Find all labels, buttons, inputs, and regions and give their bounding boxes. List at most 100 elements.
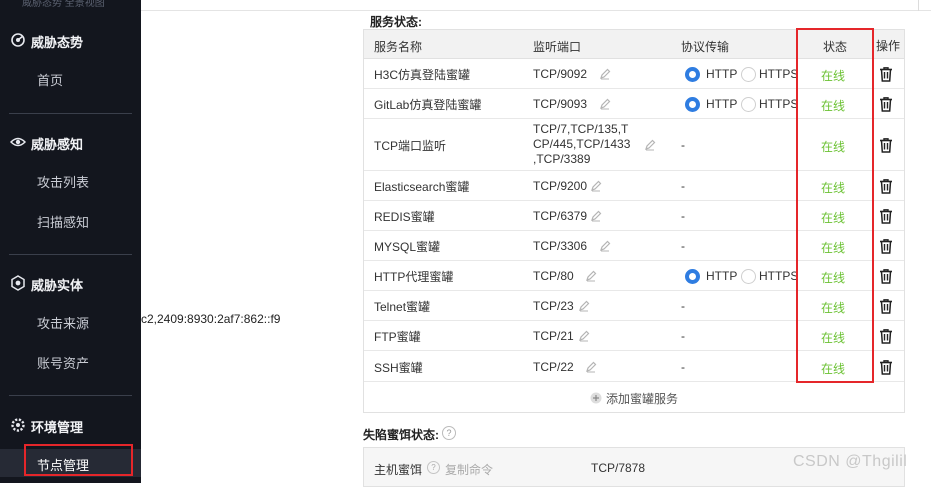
edit-icon[interactable] [644, 139, 656, 151]
sidebar-item-account-assets[interactable]: 账号资产 [0, 350, 141, 372]
listen-port: TCP/9200 [533, 179, 588, 193]
service-status-title: 服务状态: [370, 15, 422, 29]
sidebar-item-label: 攻击来源 [37, 316, 90, 331]
service-name: Elasticsearch蜜罐 [374, 180, 470, 194]
trash-icon[interactable] [878, 66, 894, 82]
trash-icon[interactable] [878, 238, 894, 254]
edit-icon[interactable] [599, 98, 611, 110]
sidebar-item-scan-perception[interactable]: 扫描感知 [0, 209, 141, 231]
radio-http-label: HTTP [706, 269, 738, 283]
sidebar-group-label: 威胁感知 [31, 137, 84, 152]
protocol-none: - [681, 360, 685, 374]
table-row: GitLab仿真登陆蜜罐 TCP/9093 HTTP HTTPS 在线 [364, 89, 904, 119]
sidebar-item-label: 首页 [37, 73, 64, 88]
status-online: 在线 [821, 69, 846, 83]
table-row: SSH蜜罐 TCP/22 - 在线 [364, 351, 904, 382]
protocol-none: - [681, 138, 685, 152]
listen-port-line: TCP/7,TCP/135,T [533, 122, 629, 136]
trash-icon[interactable] [878, 268, 894, 284]
service-name: TCP端口监听 [374, 139, 447, 153]
status-online: 在线 [821, 211, 846, 225]
radar-icon [11, 33, 25, 47]
protocol-none: - [681, 239, 685, 253]
status-online: 在线 [821, 99, 846, 113]
copy-command-link[interactable]: 复制命令 [445, 461, 493, 478]
radio-https-label-wrap: HTTPS [759, 97, 799, 113]
question-icon[interactable]: ? [427, 461, 440, 474]
table-row: Telnet蜜罐 TCP/23 - 在线 [364, 291, 904, 321]
service-table-header: 服务名称 监听端口 协议传输 状态 [364, 30, 904, 59]
service-name: SSH蜜罐 [374, 361, 423, 375]
radio-https-label-wrap: HTTPS [759, 67, 799, 83]
table-row: HTTP代理蜜罐 TCP/80 HTTP HTTPS 在线 [364, 261, 904, 291]
listen-port: TCP/21 [533, 329, 574, 343]
status-online: 在线 [821, 271, 846, 285]
trash-icon[interactable] [878, 178, 894, 194]
sidebar-divider [9, 395, 132, 396]
radio-http[interactable] [685, 67, 700, 82]
edit-icon[interactable] [585, 361, 597, 373]
ipv6-address-text: c2,2409:8930:2af7:862::f9 [141, 312, 281, 326]
trash-icon[interactable] [878, 96, 894, 112]
sidebar-item-attack-list[interactable]: 攻击列表 [0, 169, 141, 191]
sidebar: 威胁态势 全景视图 威胁态势 首页 威胁感知 攻击列表 扫描感知 威胁实体 攻击… [0, 0, 141, 483]
trash-icon[interactable] [878, 359, 894, 375]
sidebar-top-text: 威胁态势 全景视图 [22, 0, 105, 8]
radio-https[interactable] [741, 97, 756, 112]
radio-https-label: HTTPS [759, 97, 799, 111]
trap-bait-name: 主机蜜饵 [374, 463, 423, 477]
hexagon-icon [11, 275, 25, 291]
trash-icon[interactable] [878, 298, 894, 314]
radio-https[interactable] [741, 67, 756, 82]
sidebar-group-label: 环境管理 [31, 420, 84, 435]
edit-icon[interactable] [585, 270, 597, 282]
help-icon[interactable]: ? [442, 426, 456, 440]
edit-icon[interactable] [590, 210, 602, 222]
radio-http[interactable] [685, 269, 700, 284]
listen-port: TCP/80 [533, 269, 574, 283]
edit-icon[interactable] [578, 330, 590, 342]
sidebar-item-label: 账号资产 [37, 356, 90, 371]
sidebar-group-environment[interactable]: 环境管理 [0, 414, 141, 436]
radio-http-label: HTTP [706, 97, 738, 111]
radio-https-label: HTTPS [759, 67, 799, 81]
trap-bait-status-title: 失陷蜜饵状态: [363, 428, 439, 442]
table-row: TCP端口监听 TCP/7,TCP/135,T CP/445,TCP/1433 ,TC… [364, 119, 904, 171]
trash-icon[interactable] [878, 208, 894, 224]
table-row: FTP蜜罐 TCP/21 - 在线 [364, 321, 904, 351]
status-online: 在线 [821, 301, 846, 315]
header-listen-port: 监听端口 [533, 40, 582, 54]
listen-port: TCP/7,TCP/135,T CP/445,TCP/1433 ,TCP/3389 [533, 122, 630, 167]
radio-http[interactable] [685, 97, 700, 112]
trash-icon[interactable] [878, 137, 894, 153]
sidebar-group-threat-entity[interactable]: 威胁实体 [0, 272, 141, 294]
sidebar-item-home[interactable]: 首页 [0, 67, 141, 89]
sidebar-item-label: 节点管理 [37, 458, 90, 473]
header-status: 状态 [823, 40, 848, 54]
radio-https[interactable] [741, 269, 756, 284]
listen-port: TCP/9093 [533, 97, 588, 111]
sidebar-item-node-management[interactable]: 节点管理 [0, 449, 141, 477]
listen-port-line: ,TCP/3389 [533, 152, 591, 166]
listen-port: TCP/9092 [533, 67, 588, 81]
listen-port: TCP/22 [533, 360, 574, 374]
sidebar-item-label: 扫描感知 [37, 215, 90, 230]
edit-icon[interactable] [599, 68, 611, 80]
edit-icon[interactable] [590, 180, 602, 192]
trash-icon[interactable] [878, 328, 894, 344]
sidebar-item-attack-source[interactable]: 攻击来源 [0, 310, 141, 332]
service-name: MYSQL蜜罐 [374, 240, 441, 254]
listen-port-line: CP/445,TCP/1433 [533, 137, 631, 151]
plus-circle-icon [590, 392, 602, 404]
table-row: MYSQL蜜罐 TCP/3306 - 在线 [364, 231, 904, 261]
edit-icon[interactable] [578, 300, 590, 312]
table-row: H3C仿真登陆蜜罐 TCP/9092 HTTP HTTPS 在线 [364, 59, 904, 89]
sidebar-group-threat-situation[interactable]: 威胁态势 [0, 29, 141, 51]
edit-icon[interactable] [599, 240, 611, 252]
add-honeypot-service-button[interactable]: 添加蜜罐服务 [364, 382, 904, 412]
table-row: REDIS蜜罐 TCP/6379 - 在线 [364, 201, 904, 231]
sidebar-group-threat-perception[interactable]: 威胁感知 [0, 131, 141, 153]
header-action: 操作 [876, 39, 901, 53]
radio-https-label: HTTPS [759, 269, 799, 283]
sidebar-divider [9, 113, 132, 114]
